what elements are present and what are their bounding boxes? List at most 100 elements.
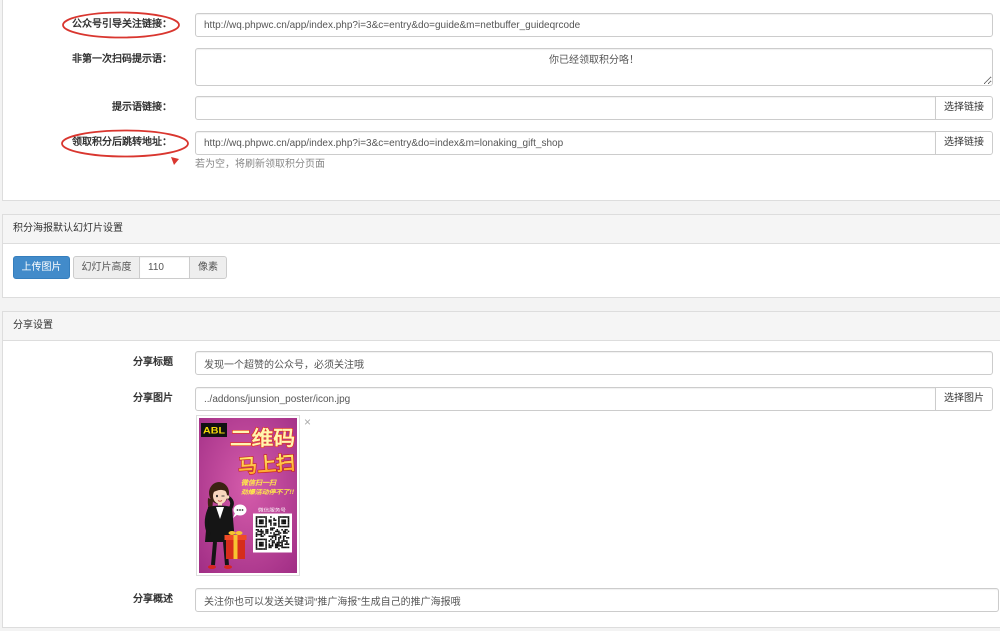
qr-module bbox=[258, 533, 261, 536]
qr-module bbox=[286, 541, 288, 544]
share-title-input[interactable] bbox=[195, 351, 993, 375]
qr-module bbox=[281, 543, 283, 545]
qr-module bbox=[260, 522, 263, 525]
qr-module bbox=[258, 516, 261, 518]
qr-module bbox=[265, 541, 267, 544]
qr-module bbox=[257, 533, 259, 536]
qr-module bbox=[262, 521, 264, 523]
repeat-scan-tip-label: 非第一次扫码提示语： bbox=[72, 54, 172, 65]
qr-module bbox=[284, 525, 287, 528]
close-icon[interactable]: × bbox=[303, 416, 312, 428]
qr-module bbox=[263, 538, 266, 541]
qr-module bbox=[257, 548, 259, 550]
qr-module bbox=[287, 537, 290, 539]
qr-module bbox=[278, 541, 280, 544]
qr-module bbox=[282, 546, 285, 549]
slide-height-unit: 像素 bbox=[189, 256, 227, 279]
qr-module bbox=[255, 522, 258, 525]
qr-module bbox=[270, 538, 272, 541]
qr-module bbox=[281, 522, 283, 525]
select-tip-link-button[interactable]: 选择链接 bbox=[935, 96, 993, 120]
qr-module bbox=[270, 527, 272, 529]
slideshow-panel-heading: 积分海报默认幻灯片设置 bbox=[3, 215, 1000, 244]
repeat-scan-tip-textarea[interactable]: 你已经领取积分咯！ bbox=[195, 48, 993, 86]
share-poster-image: ABL 二维码 马上扫 微信扫一扫 劲爆活动停不了!! 微信服务号 bbox=[199, 418, 297, 573]
qr-module bbox=[258, 522, 261, 525]
qr-module bbox=[255, 529, 258, 531]
qr-module bbox=[284, 522, 287, 525]
share-description-label: 分享概述 bbox=[133, 594, 173, 605]
qr-module bbox=[287, 546, 290, 549]
slideshow-settings-panel: 积分海报默认幻灯片设置 上传图片 幻灯片高度 像素 bbox=[2, 214, 1000, 298]
qr-module bbox=[260, 548, 263, 550]
tip-link-input[interactable] bbox=[195, 96, 936, 120]
qr-module bbox=[279, 537, 282, 539]
qr-module bbox=[287, 524, 290, 526]
qr-module bbox=[265, 540, 267, 542]
slide-height-label: 幻灯片高度 bbox=[73, 256, 140, 279]
qr-module bbox=[255, 517, 258, 520]
qr-module bbox=[255, 543, 258, 545]
qr-module bbox=[273, 541, 275, 544]
qr-module bbox=[287, 517, 290, 520]
qr-module bbox=[282, 540, 285, 542]
follow-link-input[interactable] bbox=[195, 13, 993, 37]
qr-module bbox=[270, 529, 272, 531]
qr-module bbox=[287, 530, 290, 533]
select-image-button[interactable]: 选择图片 bbox=[935, 387, 993, 411]
share-description-input[interactable] bbox=[195, 588, 999, 612]
qr-module bbox=[270, 522, 272, 525]
share-panel-heading: 分享设置 bbox=[3, 312, 1000, 341]
qr-module bbox=[265, 517, 267, 520]
qr-module bbox=[263, 525, 266, 528]
qr-module bbox=[260, 516, 263, 518]
qr-module bbox=[284, 521, 287, 523]
qr-module bbox=[276, 533, 279, 536]
qr-module bbox=[262, 530, 264, 533]
qr-module bbox=[273, 519, 275, 521]
qr-module bbox=[276, 546, 279, 549]
qr-module bbox=[286, 532, 288, 534]
qr-module bbox=[270, 532, 272, 534]
qr-module bbox=[278, 530, 280, 533]
qr-module bbox=[278, 517, 280, 520]
qr-module bbox=[255, 516, 258, 518]
qr-module bbox=[286, 525, 288, 528]
qr-module bbox=[258, 538, 261, 541]
qr-module bbox=[276, 543, 279, 545]
qr-module bbox=[281, 529, 283, 531]
qr-module bbox=[282, 537, 285, 539]
share-title-label: 分享标题 bbox=[133, 357, 173, 368]
slide-height-input[interactable] bbox=[139, 256, 190, 279]
qr-module bbox=[273, 532, 275, 534]
redirect-url-label: 领取积分后跳转地址： bbox=[72, 137, 172, 148]
qr-module bbox=[281, 540, 283, 542]
upload-image-button[interactable]: 上传图片 bbox=[13, 256, 70, 279]
qr-module bbox=[274, 535, 277, 537]
qr-module bbox=[279, 541, 282, 544]
qr-module bbox=[260, 535, 263, 537]
qr-module bbox=[265, 529, 267, 531]
qr-module bbox=[271, 543, 274, 545]
qr-module bbox=[258, 521, 261, 523]
guide-settings-panel: 公众号引导关注链接： 非第一次扫码提示语： 你已经领取积分咯！ 提示语链接： 选… bbox=[2, 0, 1000, 201]
qr-module bbox=[273, 533, 275, 536]
qr-module bbox=[274, 519, 277, 521]
qr-module bbox=[258, 548, 261, 550]
qr-module bbox=[281, 546, 283, 549]
redirect-url-input[interactable] bbox=[195, 131, 936, 155]
qr-module bbox=[268, 546, 271, 549]
qr-module bbox=[262, 525, 264, 528]
qr-module bbox=[260, 525, 263, 528]
qr-module bbox=[268, 535, 271, 537]
qr-module bbox=[265, 538, 267, 541]
qr-module bbox=[262, 548, 264, 550]
qr-module bbox=[271, 535, 274, 537]
qr-module bbox=[262, 516, 264, 518]
qr-module bbox=[278, 519, 280, 521]
select-redirect-link-button[interactable]: 选择链接 bbox=[935, 131, 993, 155]
qr-module bbox=[270, 524, 272, 526]
qr-module bbox=[258, 525, 261, 528]
share-image-input[interactable] bbox=[195, 387, 936, 411]
qr-module bbox=[260, 545, 263, 547]
